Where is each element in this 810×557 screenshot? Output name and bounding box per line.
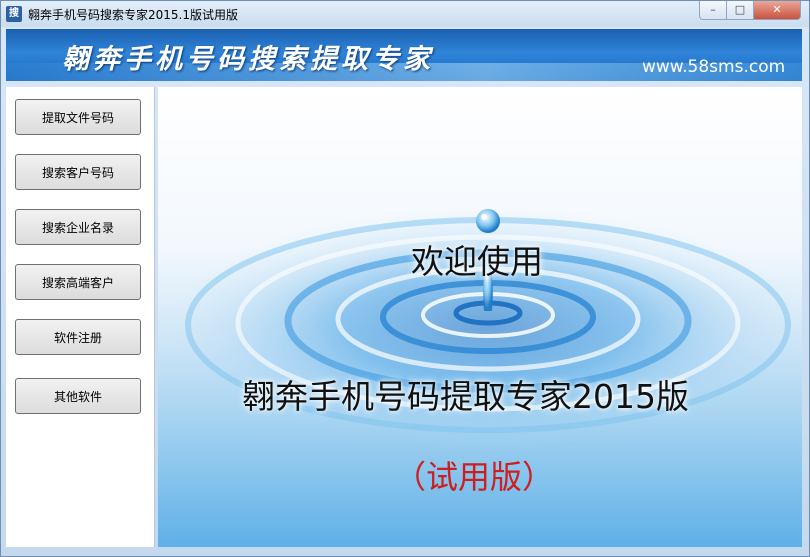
close-button[interactable]: ✕ bbox=[753, 1, 801, 20]
app-icon: 搜 bbox=[6, 6, 22, 22]
header-banner: 翱奔手机号码搜索提取专家 www.58sms.com bbox=[6, 29, 802, 81]
software-registration-button[interactable]: 软件注册 bbox=[15, 319, 141, 355]
minimize-button[interactable]: – bbox=[699, 1, 727, 20]
website-url: www.58sms.com bbox=[642, 57, 786, 77]
welcome-text: 欢迎使用 bbox=[411, 242, 543, 281]
search-company-directory-button[interactable]: 搜索企业名录 bbox=[15, 209, 141, 245]
product-name-text: 翱奔手机号码提取专家2015版 bbox=[242, 377, 689, 416]
title-bar[interactable]: 搜 翱奔手机号码搜索专家2015.1版试用版 – □ ✕ bbox=[1, 1, 809, 27]
window-title: 翱奔手机号码搜索专家2015.1版试用版 bbox=[28, 8, 238, 22]
welcome-panel: 欢迎使用 翱奔手机号码提取专家2015版 （试用版） bbox=[158, 87, 802, 547]
search-customer-numbers-button[interactable]: 搜索客户号码 bbox=[15, 154, 141, 190]
search-premium-customers-button[interactable]: 搜索高端客户 bbox=[15, 264, 141, 300]
maximize-button[interactable]: □ bbox=[726, 1, 754, 20]
banner-title: 翱奔手机号码搜索提取专家 bbox=[62, 44, 434, 75]
app-window: 搜 翱奔手机号码搜索专家2015.1版试用版 – □ ✕ 翱奔手机号码搜索提取专… bbox=[0, 0, 810, 557]
sidebar: 提取文件号码 搜索客户号码 搜索企业名录 搜索高端客户 软件注册 其他软件 bbox=[6, 87, 155, 547]
extract-file-numbers-button[interactable]: 提取文件号码 bbox=[15, 99, 141, 135]
trial-version-text: （试用版） bbox=[394, 458, 555, 496]
other-software-button[interactable]: 其他软件 bbox=[15, 378, 141, 414]
